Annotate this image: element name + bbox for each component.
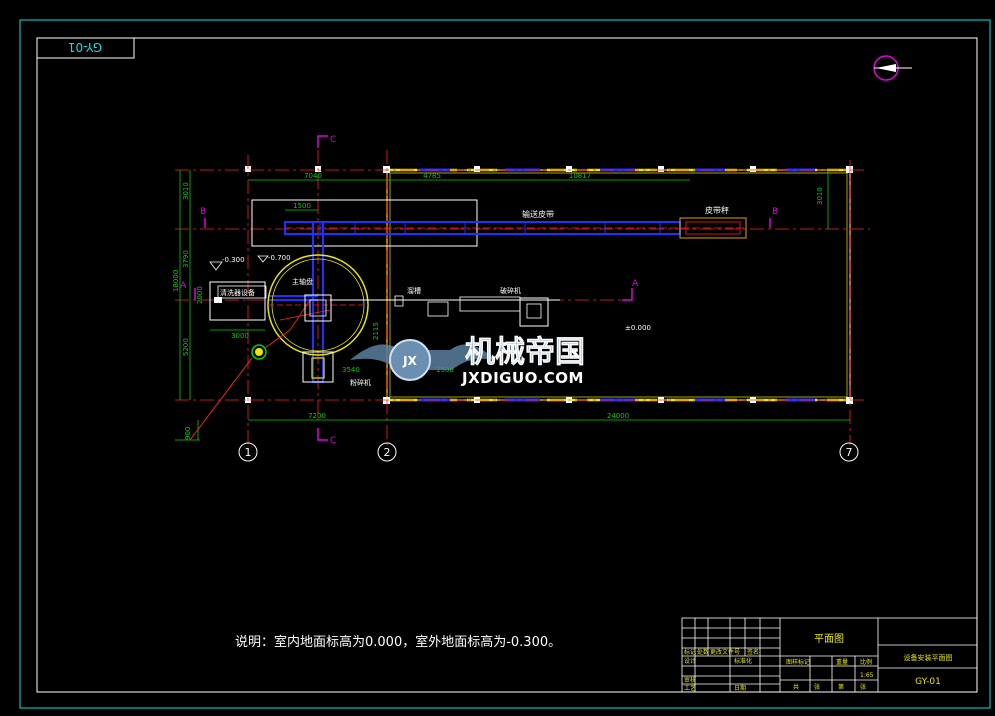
flipped-code-box: GY-01 — [36, 37, 135, 59]
section-a-right: A — [632, 279, 639, 289]
watermark-logo: JX 机械帝国 JXDIGUO.COM — [350, 335, 585, 387]
tb-row-5: 设计 — [684, 657, 696, 665]
tb-project: 设备安装平面图 — [904, 653, 953, 662]
dim-2000: 2000 — [196, 286, 204, 304]
tb-row-2: 处数 — [697, 648, 709, 656]
section-c-top: C — [330, 135, 336, 145]
tb-mid-2: 重量 — [836, 658, 848, 666]
tb-drawing-name: 平面图 — [814, 633, 844, 645]
dim-3010-right: 3010 — [816, 187, 824, 205]
tb-row-3: 更改文件号 — [710, 648, 740, 656]
tb-mid-3: 比例 — [860, 658, 872, 666]
tb-code: GY-01 — [915, 677, 941, 687]
tb-sheet-3: 第 — [838, 683, 844, 691]
conveyor-belt: 输送皮带 皮带秤 — [284, 205, 747, 239]
watermark-cn: 机械帝国 — [465, 335, 585, 370]
axis-label-7: 7 — [846, 446, 853, 459]
drum-washer-label: 清洗器设备 — [220, 288, 255, 297]
elev-minus300: -0.300 — [222, 256, 245, 264]
tb-mid-1: 图样标记 — [786, 658, 810, 666]
drum-washer: 清洗器设备 -0.300 -0.700 — [209, 254, 291, 321]
dim-3790: 3790 — [182, 250, 190, 268]
drawing-note: 说明：室内地面标高为0.000，室外地面标高为-0.300。 — [235, 634, 561, 650]
tb-row-9: 日期 — [734, 684, 746, 692]
dim-4785: 4785 — [423, 172, 441, 180]
tb-row-7: 审核 — [684, 676, 696, 684]
dim-3540: 3540 — [342, 366, 360, 374]
main-shaft-label: 主轴盘 — [292, 277, 313, 286]
elev-zero: ±0.000 — [625, 324, 651, 332]
feeder-label: 皮带秤 — [705, 205, 729, 215]
dim-10817: 10817 — [569, 172, 591, 180]
tb-sheet-1: 共 — [793, 683, 799, 691]
section-c-bottom: C — [330, 436, 336, 446]
dim-7200: 7200 — [308, 412, 326, 420]
dim-24000: 24000 — [607, 412, 629, 420]
section-b-left: B — [200, 207, 206, 217]
dim-900: 900 — [184, 427, 192, 440]
chute-label: 溜槽 — [407, 286, 421, 295]
axis-label-2: 2 — [384, 446, 391, 459]
section-markers — [194, 135, 771, 441]
section-a-left: A — [180, 281, 187, 291]
flipped-code: GY-01 — [68, 40, 102, 54]
pump-icon — [189, 329, 291, 441]
dim-3000: 3000 — [231, 332, 249, 340]
dim-7040: 7040 — [304, 172, 322, 180]
tb-sheet-4: 张 — [860, 683, 866, 691]
dim-2115: 2115 — [372, 322, 380, 340]
tb-row-1: 标记 — [684, 648, 696, 656]
elev-minus700: -0.700 — [268, 254, 291, 262]
axis-label-1: 1 — [245, 446, 252, 459]
tb-scale: 1:65 — [860, 672, 874, 679]
bottom-label: 粉碎机 — [350, 378, 371, 387]
dim-1500: 1500 — [293, 202, 311, 210]
tb-row-6: 标准化 — [734, 657, 752, 665]
conveyor-label: 输送皮带 — [522, 209, 554, 219]
dim-3010: 3010 — [182, 182, 190, 200]
crusher-label: 破碎机 — [500, 286, 521, 295]
watermark-badge: JX — [402, 354, 417, 368]
tb-row-8: 工艺 — [684, 684, 696, 692]
tb-row-4: 签名 — [747, 648, 759, 656]
north-arrow-icon — [873, 55, 912, 81]
tb-sheet-2: 张 — [814, 683, 820, 691]
dim-18000: 18000 — [172, 270, 180, 292]
watermark-en: JXDIGUO.COM — [461, 369, 584, 387]
dim-5200: 5200 — [182, 338, 190, 356]
section-b-right: B — [772, 207, 778, 217]
cad-drawing: GY-01 7040 4785 10817 1500 3010 3790 180… — [19, 19, 991, 709]
